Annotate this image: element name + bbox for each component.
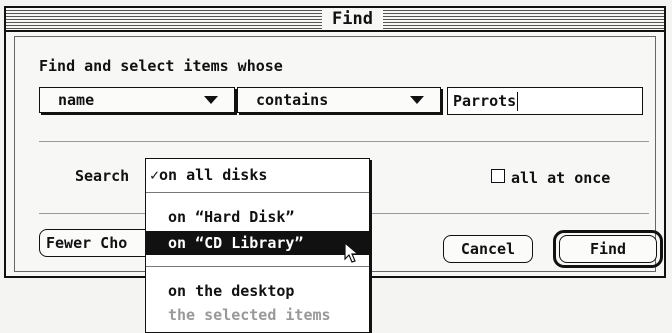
search-location-menu[interactable]: ✓on all disks on “Hard Disk” on “CD Libr… bbox=[145, 158, 370, 333]
find-button[interactable]: Find bbox=[559, 235, 657, 263]
triangle-down-icon bbox=[204, 96, 218, 104]
menu-item-label: the selected items bbox=[168, 306, 331, 324]
fewer-choices-label: Fewer Cho bbox=[46, 234, 128, 252]
title-bar[interactable]: Find bbox=[6, 8, 664, 32]
operator-popup[interactable]: contains bbox=[237, 87, 441, 113]
menu-item-label: on the desktop bbox=[168, 282, 295, 300]
search-text-value: Parrots bbox=[453, 92, 517, 110]
menu-separator bbox=[146, 266, 369, 267]
operator-popup-value: contains bbox=[256, 91, 329, 109]
arrow-cursor-icon bbox=[344, 242, 360, 263]
menu-item-hard-disk[interactable]: on “Hard Disk” bbox=[146, 205, 369, 229]
menu-separator bbox=[146, 192, 369, 193]
menu-item-all-disks[interactable]: ✓on all disks bbox=[146, 163, 369, 187]
find-button-default-ring[interactable]: Find bbox=[553, 230, 663, 268]
search-label: Search bbox=[75, 167, 130, 185]
attribute-popup[interactable]: name bbox=[39, 87, 235, 113]
text-caret bbox=[517, 92, 519, 111]
menu-item-label: on “Hard Disk” bbox=[168, 208, 295, 226]
triangle-down-icon bbox=[410, 96, 424, 104]
cancel-button[interactable]: Cancel bbox=[443, 235, 533, 263]
find-heading: Find and select items whose bbox=[39, 57, 283, 75]
all-at-once-checkbox[interactable] bbox=[491, 169, 505, 183]
menu-item-label: on “CD Library” bbox=[168, 234, 304, 252]
all-at-once-label: all at once bbox=[511, 169, 611, 187]
check-mark-icon: ✓ bbox=[150, 166, 160, 184]
window-title: Find bbox=[322, 10, 383, 29]
separator bbox=[39, 141, 649, 142]
find-label: Find bbox=[589, 240, 627, 258]
menu-item-desktop[interactable]: on the desktop bbox=[146, 279, 369, 303]
menu-item-selected-items: the selected items bbox=[146, 303, 369, 327]
cancel-label: Cancel bbox=[460, 240, 516, 258]
search-text-field[interactable]: Parrots bbox=[447, 87, 643, 115]
menu-item-label: on all disks bbox=[159, 166, 268, 184]
menu-item-cd-library[interactable]: on “CD Library” bbox=[146, 231, 369, 255]
attribute-popup-value: name bbox=[58, 91, 95, 109]
